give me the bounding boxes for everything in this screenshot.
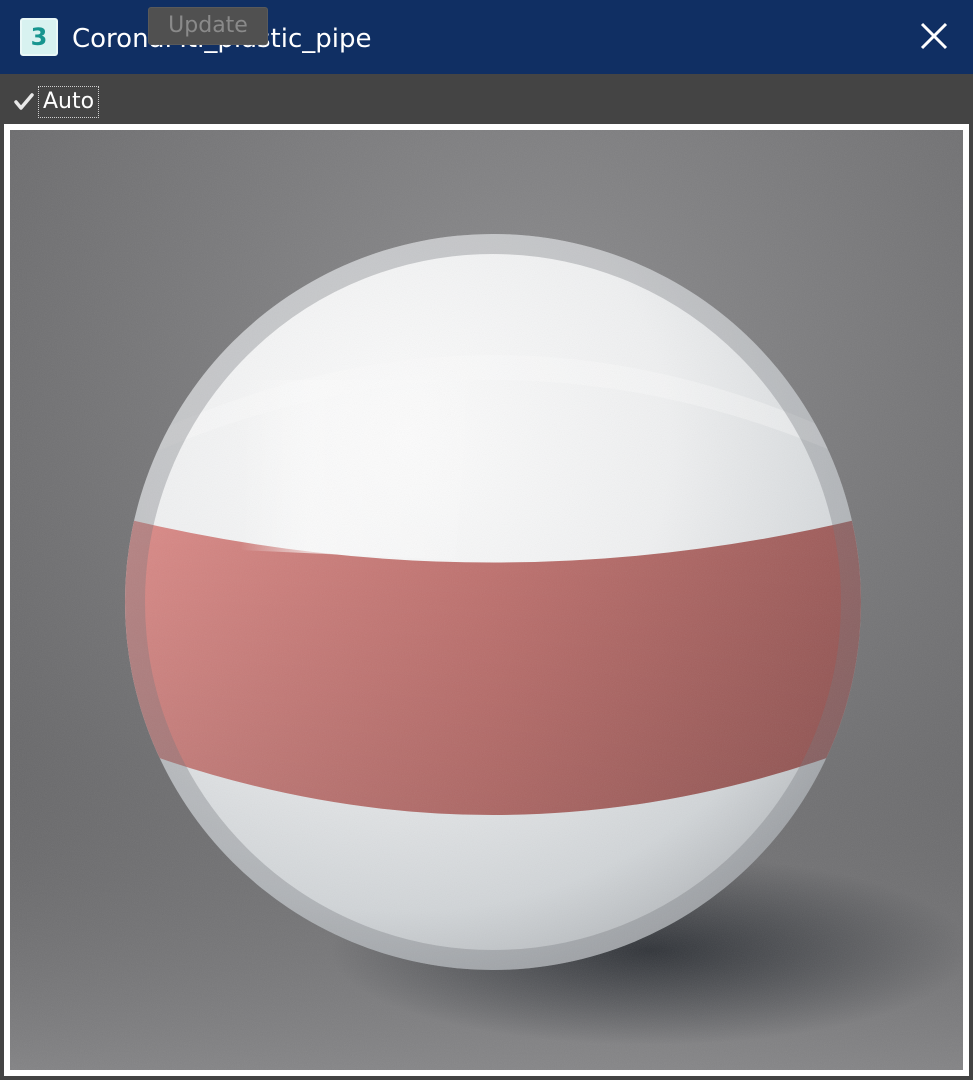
preview-frame xyxy=(4,124,969,1076)
close-icon xyxy=(920,22,948,50)
material-preview-render xyxy=(10,130,963,1070)
preview-toolbar: Auto xyxy=(0,74,973,124)
material-preview-window: 3 CoronaMtl_plastic_pipe Auto Update xyxy=(0,0,973,1080)
auto-checkbox-label: Auto xyxy=(38,86,100,118)
auto-checkbox[interactable]: Auto xyxy=(12,86,100,118)
title-bar[interactable]: 3 CoronaMtl_plastic_pipe xyxy=(0,0,973,74)
app-icon-glyph: 3 xyxy=(30,23,48,51)
update-button[interactable]: Update xyxy=(148,7,268,45)
rendered-sphere-image xyxy=(10,130,963,1070)
close-button[interactable] xyxy=(915,17,953,55)
3dsmax-app-icon: 3 xyxy=(20,18,58,56)
checkmark-icon xyxy=(14,93,34,110)
